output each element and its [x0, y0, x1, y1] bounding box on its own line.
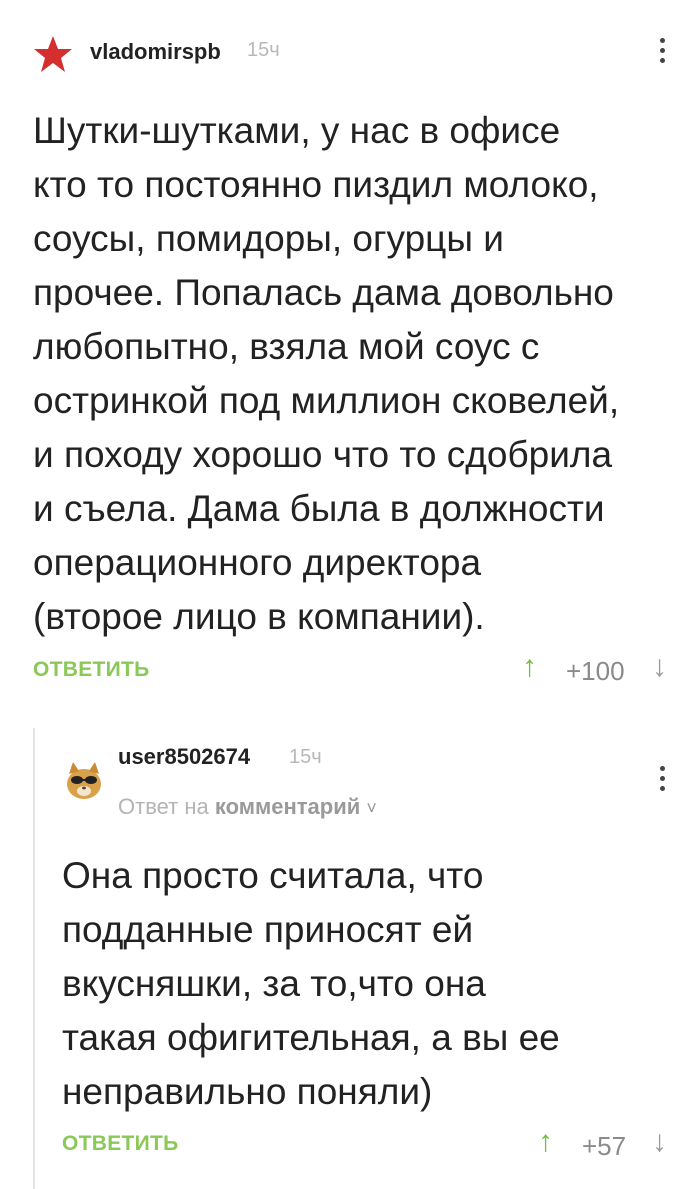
comment-time: 15ч — [289, 746, 322, 768]
text-line: операционного директора — [33, 542, 482, 583]
text-line: такая офигительная, а вы ее — [62, 1017, 560, 1058]
cat-sunglasses-icon[interactable] — [62, 758, 106, 802]
rating: +100 — [566, 656, 625, 686]
more-options-icon[interactable] — [652, 30, 672, 70]
text-line: и съела. Дама была в должности — [33, 488, 605, 529]
text-line: подданные приносят ей — [62, 909, 474, 950]
comment-time: 15ч — [247, 39, 280, 61]
text-line: любопытно, взяла мой соус с — [33, 326, 540, 367]
more-options-icon[interactable] — [652, 758, 672, 798]
upvote-arrow-icon[interactable]: ↑ — [522, 650, 537, 684]
text-line: Шутки-шутками, у нас в офисе — [33, 110, 561, 151]
text-line: вкусняшки, за то,что она — [62, 963, 486, 1004]
text-line: и походу хорошо что то сдобрила — [33, 434, 613, 475]
downvote-arrow-icon[interactable]: ↓ — [652, 650, 667, 684]
text-line: прочее. Попалась дама довольно — [33, 272, 614, 313]
comment-text: Она просто считала, что подданные принос… — [62, 849, 560, 1119]
reply-button[interactable]: ОТВЕТИТЬ — [33, 658, 150, 682]
thread-line[interactable] — [33, 728, 35, 1189]
text-line: (второе лицо в компании). — [33, 596, 485, 637]
comment-text: Шутки-шутками, у нас в офисе кто то пост… — [33, 104, 619, 644]
reply-to-prefix: Ответ на — [118, 794, 209, 819]
text-line: кто то постоянно пиздил молоко, — [33, 164, 599, 205]
reply-to-target[interactable]: комментарий — [215, 794, 360, 819]
upvote-arrow-icon[interactable]: ↑ — [538, 1125, 553, 1159]
red-star-icon[interactable] — [33, 34, 73, 74]
text-line: Она просто считала, что — [62, 855, 484, 896]
reply-button[interactable]: ОТВЕТИТЬ — [62, 1132, 179, 1156]
text-line: остринкой под миллион сковелей, — [33, 380, 620, 421]
rating: +57 — [582, 1131, 627, 1161]
text-line: неправильно поняли) — [62, 1071, 433, 1112]
username[interactable]: user8502674 — [118, 744, 250, 770]
username[interactable]: vladomirspb — [90, 39, 221, 65]
chevron-down-icon[interactable]: ˅ — [366, 798, 377, 818]
downvote-arrow-icon[interactable]: ↓ — [652, 1125, 667, 1159]
text-line: соусы, помидоры, огурцы и — [33, 218, 504, 259]
reply-to-link[interactable]: Ответ на комментарий ˅ — [118, 794, 377, 820]
